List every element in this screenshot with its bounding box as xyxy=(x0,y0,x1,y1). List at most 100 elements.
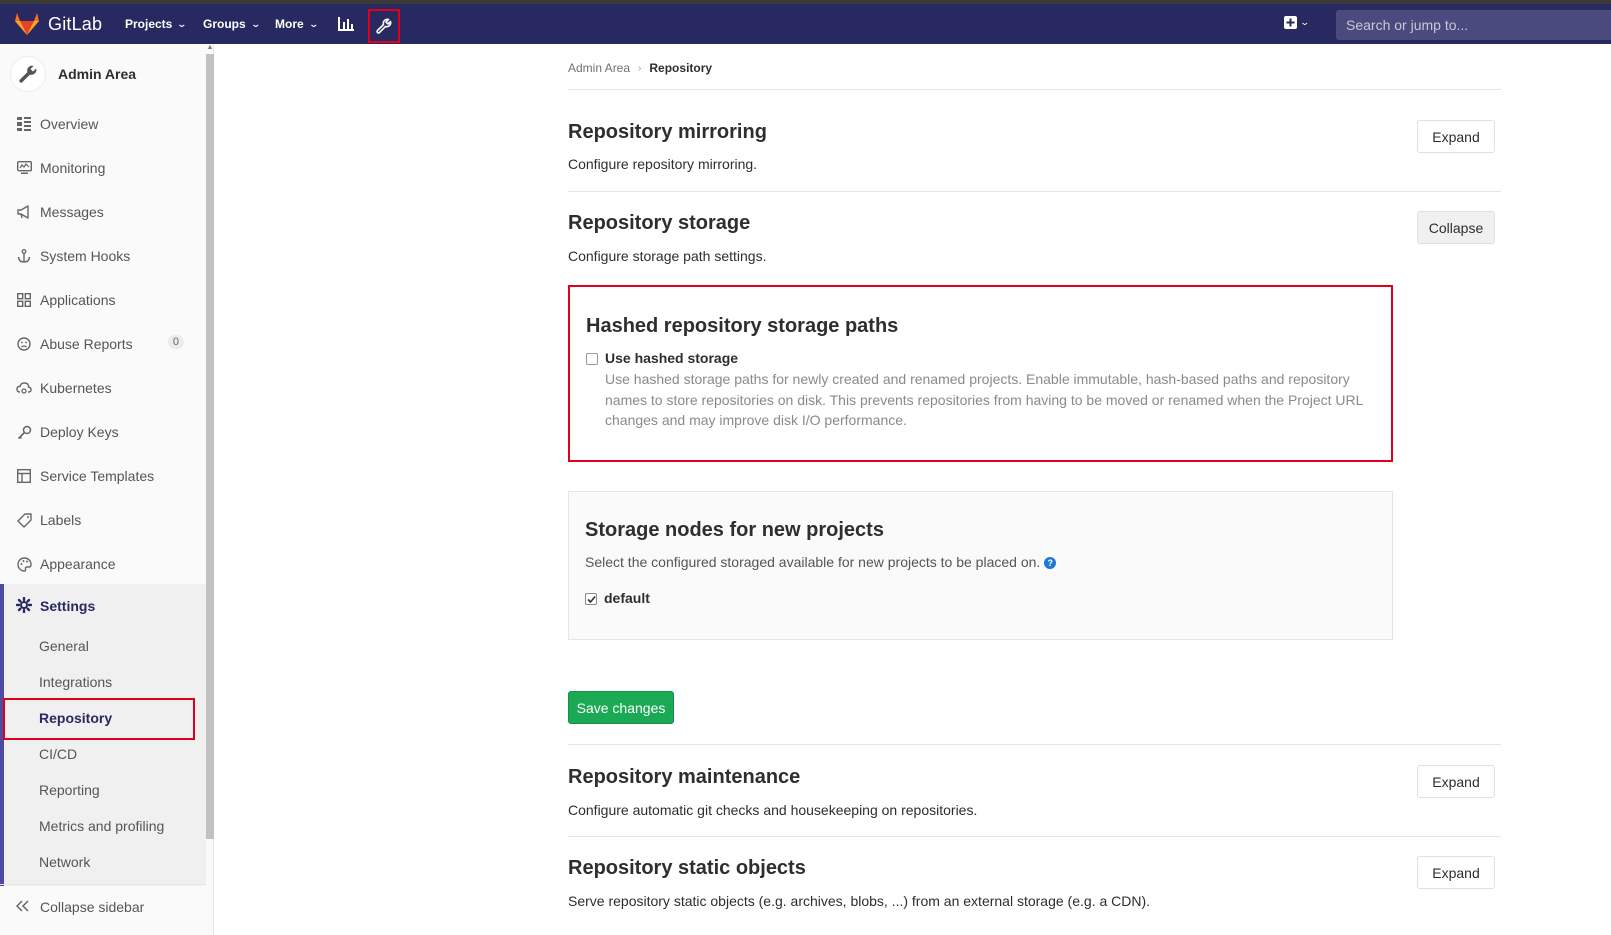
settings-sub-integrations[interactable]: Integrations xyxy=(4,664,206,700)
sidebar-item-label: Applications xyxy=(40,292,116,308)
chevron-down-icon: ⌄ xyxy=(1299,17,1311,27)
breadcrumb-admin-area[interactable]: Admin Area xyxy=(568,61,630,75)
sidebar-item-appearance[interactable]: Appearance xyxy=(0,542,206,586)
breadcrumb: Admin Area › Repository xyxy=(568,61,712,75)
double-chevron-left-icon xyxy=(15,899,30,915)
bar-chart-icon xyxy=(338,17,354,31)
sidebar-item-label: Abuse Reports xyxy=(40,336,133,352)
palette-icon xyxy=(16,556,32,572)
use-hashed-storage-checkbox[interactable] xyxy=(586,353,598,365)
search-input[interactable] xyxy=(1336,10,1611,40)
section-desc-storage: Configure storage path settings. xyxy=(568,248,767,264)
plus-square-icon xyxy=(1284,16,1297,29)
sidebar-item-deploy-keys[interactable]: Deploy Keys xyxy=(0,410,206,454)
section-title-static-objects: Repository static objects xyxy=(568,857,806,879)
settings-sub-repository[interactable]: Repository xyxy=(4,700,206,736)
section-title-storage: Repository storage xyxy=(568,212,751,234)
admin-sidebar: ▲ Admin Area Overview Monitoring Message… xyxy=(0,44,214,935)
scroll-up-arrow[interactable]: ▲ xyxy=(206,44,214,54)
sidebar-item-applications[interactable]: Applications xyxy=(0,278,206,322)
sidebar-scrollbar[interactable] xyxy=(206,54,214,839)
divider xyxy=(568,744,1501,745)
use-hashed-storage-label[interactable]: Use hashed storage xyxy=(605,350,738,366)
sidebar-item-label: Service Templates xyxy=(40,468,155,484)
sidebar-header[interactable]: Admin Area xyxy=(10,56,136,92)
gear-icon xyxy=(15,596,33,616)
megaphone-icon xyxy=(16,204,32,220)
sidebar-item-label: Appearance xyxy=(40,556,116,572)
wrench-icon xyxy=(19,65,37,83)
section-desc-mirroring: Configure repository mirroring. xyxy=(568,156,758,172)
expand-mirroring-button[interactable]: Expand xyxy=(1417,120,1495,153)
default-node-checkbox[interactable] xyxy=(585,593,597,605)
settings-group: Settings General Integrations Repository… xyxy=(0,584,206,886)
sidebar-item-label: Messages xyxy=(40,204,104,220)
default-node-label[interactable]: default xyxy=(604,590,650,606)
sidebar-item-monitoring[interactable]: Monitoring xyxy=(0,146,206,190)
storage-nodes-desc-row: Select the configured storaged available… xyxy=(585,554,1057,570)
key-icon xyxy=(16,424,32,440)
storage-nodes-title: Storage nodes for new projects xyxy=(585,519,884,541)
settings-sub-network[interactable]: Network xyxy=(4,844,206,880)
anchor-icon xyxy=(16,248,32,264)
gitlab-logo[interactable]: GitLab xyxy=(14,12,102,36)
cloud-gear-icon xyxy=(16,380,32,396)
settings-sub-reporting[interactable]: Reporting xyxy=(4,772,206,808)
hashed-storage-title: Hashed repository storage paths xyxy=(586,315,899,337)
sidebar-item-label: System Hooks xyxy=(40,248,131,264)
hashed-storage-help: Use hashed storage paths for newly creat… xyxy=(605,371,1363,428)
settings-sub-metrics[interactable]: Metrics and profiling xyxy=(4,808,206,844)
sidebar-item-label: Deploy Keys xyxy=(40,424,119,440)
section-desc-maintenance: Configure automatic git checks and house… xyxy=(568,802,978,818)
settings-sub-general[interactable]: General xyxy=(4,628,206,664)
template-icon xyxy=(16,468,32,484)
sidebar-item-labels[interactable]: Labels xyxy=(0,498,206,542)
section-title-mirroring: Repository mirroring xyxy=(568,121,767,143)
save-changes-button[interactable]: Save changes xyxy=(568,691,674,724)
sidebar-item-label: Monitoring xyxy=(40,160,106,176)
breadcrumb-current: Repository xyxy=(649,61,713,75)
sidebar-item-abuse-reports[interactable]: Abuse Reports 0 xyxy=(0,322,206,366)
collapse-storage-button[interactable]: Collapse xyxy=(1417,211,1495,244)
more-menu[interactable]: More ⌄ xyxy=(275,17,319,31)
hashed-storage-card: Hashed repository storage paths Use hash… xyxy=(568,285,1393,462)
abuse-count-badge: 0 xyxy=(167,335,184,349)
apps-grid-icon xyxy=(16,292,32,308)
storage-nodes-desc: Select the configured storaged available… xyxy=(585,554,1041,570)
sidebar-item-service-templates[interactable]: Service Templates xyxy=(0,454,206,498)
admin-avatar xyxy=(10,56,46,92)
sidebar-item-settings[interactable]: Settings xyxy=(4,584,206,628)
sidebar-item-label: Labels xyxy=(40,512,82,528)
projects-menu[interactable]: Projects ⌄ xyxy=(125,17,187,31)
settings-label: Settings xyxy=(40,598,96,614)
sidebar-item-kubernetes[interactable]: Kubernetes xyxy=(0,366,206,410)
projects-label: Projects xyxy=(125,17,173,31)
settings-sub-cicd[interactable]: CI/CD xyxy=(4,736,206,772)
new-item-dropdown[interactable]: ⌄ xyxy=(1284,16,1311,29)
section-desc-static-objects: Serve repository static objects (e.g. ar… xyxy=(568,893,1151,909)
question-circle-icon[interactable]: ? xyxy=(1044,557,1057,569)
expand-static-objects-button[interactable]: Expand xyxy=(1417,856,1495,889)
collapse-label: Collapse sidebar xyxy=(40,899,145,915)
top-navbar: GitLab Projects ⌄ Groups ⌄ More ⌄ ⌄ xyxy=(0,4,1611,44)
sidebar-item-label: Overview xyxy=(40,116,99,132)
grid-list-icon xyxy=(16,116,32,132)
sidebar-item-messages[interactable]: Messages xyxy=(0,190,206,234)
monitor-icon xyxy=(16,160,32,176)
checkmark-icon xyxy=(586,595,596,603)
tag-icon xyxy=(16,512,32,528)
tanuki-icon xyxy=(15,13,39,35)
activity-chart-button[interactable] xyxy=(334,12,358,36)
storage-nodes-card: Storage nodes for new projects Select th… xyxy=(568,491,1393,640)
sad-face-icon xyxy=(16,336,32,352)
collapse-sidebar-button[interactable]: Collapse sidebar xyxy=(0,884,206,935)
groups-menu[interactable]: Groups ⌄ xyxy=(203,17,261,31)
sidebar-item-label: Kubernetes xyxy=(40,380,112,396)
expand-maintenance-button[interactable]: Expand xyxy=(1417,765,1495,798)
wrench-icon xyxy=(376,18,392,34)
sidebar-item-overview[interactable]: Overview xyxy=(0,102,206,146)
sidebar-title: Admin Area xyxy=(58,66,137,82)
sidebar-item-system-hooks[interactable]: System Hooks xyxy=(0,234,206,278)
admin-area-button[interactable] xyxy=(368,9,400,43)
section-title-maintenance: Repository maintenance xyxy=(568,766,801,788)
